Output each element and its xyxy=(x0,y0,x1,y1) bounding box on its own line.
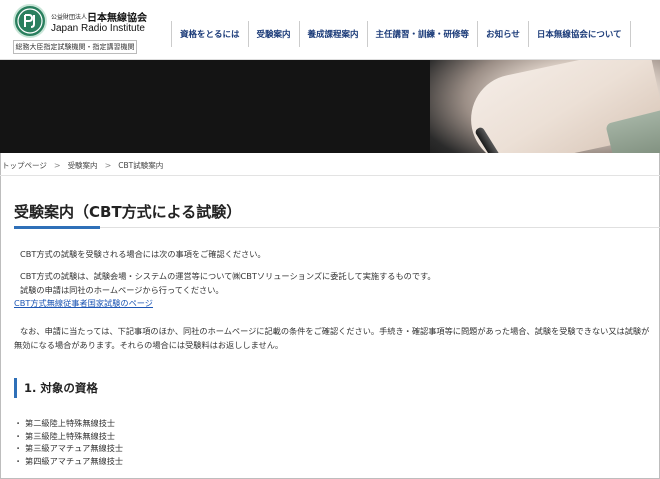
bullet-icon: ・ xyxy=(14,443,23,453)
nav-item-lectures[interactable]: 主任講習・訓練・研修等 xyxy=(366,21,478,47)
breadcrumb-current: CBT試験案内 xyxy=(118,161,164,170)
list-item-label: 第二級陸上特殊無線技士 xyxy=(25,418,116,428)
hero-banner xyxy=(0,60,660,153)
org-name-en[interactable]: Japan Radio Institute xyxy=(51,23,145,34)
title-underline xyxy=(14,227,660,228)
org-designation-badge: 総務大臣指定試験機関・指定講習機関 xyxy=(13,40,137,54)
nav-item-news[interactable]: お知らせ xyxy=(477,21,528,47)
logo-icon[interactable] xyxy=(13,4,47,38)
cbt-exam-page-link[interactable]: CBT方式無線従事者国家試験のページ xyxy=(14,297,153,310)
cbt-apply-paragraph: 試験の申請は同社のホームページから行ってください。 xyxy=(20,285,224,295)
bullet-icon: ・ xyxy=(14,430,23,441)
notice-paragraph-line1: なお、申請に当たっては、下記事項のほか、同社のホームページに記載の条件をご確認く… xyxy=(20,326,650,336)
org-type-label: 公益財団法人 xyxy=(51,14,88,21)
nav-item-qualification[interactable]: 資格をとるには xyxy=(171,21,248,47)
bullet-icon: ・ xyxy=(14,455,23,466)
title-accent-bar xyxy=(14,226,100,229)
list-item-label: 第三級アマチュア無線技士 xyxy=(25,443,124,453)
list-item: ・第二級陸上特殊無線技士 xyxy=(14,417,123,430)
radio-tower-icon xyxy=(17,8,43,34)
global-nav: 資格をとるには 受験案内 養成課程案内 主任講習・訓練・研修等 お知らせ 日本無… xyxy=(171,21,631,47)
bullet-icon: ・ xyxy=(14,418,23,428)
intro-paragraph: CBT方式の試験を受験される場合には次の事項をご確認ください。 xyxy=(20,249,266,259)
list-item: ・第三級陸上特殊無線技士 xyxy=(14,430,123,443)
org-name-jp[interactable]: 日本無線協会 xyxy=(87,9,147,24)
section-accent-bar xyxy=(14,378,17,398)
qualification-list: ・第二級陸上特殊無線技士 ・第三級陸上特殊無線技士 ・第三級アマチュア無線技士 … xyxy=(14,417,123,467)
breadcrumb-exam-guide[interactable]: 受験案内 xyxy=(68,160,98,171)
notice-paragraph-line2: 無効になる場合があります。それらの場合には受験料はお返ししません。 xyxy=(14,340,284,350)
site-header: 公益財団法人 日本無線協会 Japan Radio Institute 総務大臣… xyxy=(0,0,660,60)
chevron-right-icon: > xyxy=(104,161,112,170)
nav-item-exam-guide[interactable]: 受験案内 xyxy=(247,21,299,47)
nav-item-training-course[interactable]: 養成課程案内 xyxy=(298,21,367,47)
breadcrumb: トップページ > 受験案内 > CBT試験案内 xyxy=(2,160,163,171)
breadcrumb-top[interactable]: トップページ xyxy=(2,160,47,171)
section-title-qualifications: 1. 対象の資格 xyxy=(24,381,98,395)
chevron-right-icon: > xyxy=(53,161,61,170)
list-item: ・第三級アマチュア無線技士 xyxy=(14,442,123,455)
nav-item-about[interactable]: 日本無線協会について xyxy=(527,21,631,47)
page-title: 受験案内（CBT方式による試験） xyxy=(14,203,242,221)
cbt-vendor-paragraph: CBT方式の試験は、試験会場・システムの運営等について㈱CBTソリューションズに… xyxy=(20,271,436,281)
breadcrumb-divider xyxy=(0,175,660,176)
list-item-label: 第四級アマチュア無線技士 xyxy=(25,455,124,466)
list-item: ・第四級アマチュア無線技士 xyxy=(14,455,123,468)
list-item-label: 第三級陸上特殊無線技士 xyxy=(25,430,116,441)
